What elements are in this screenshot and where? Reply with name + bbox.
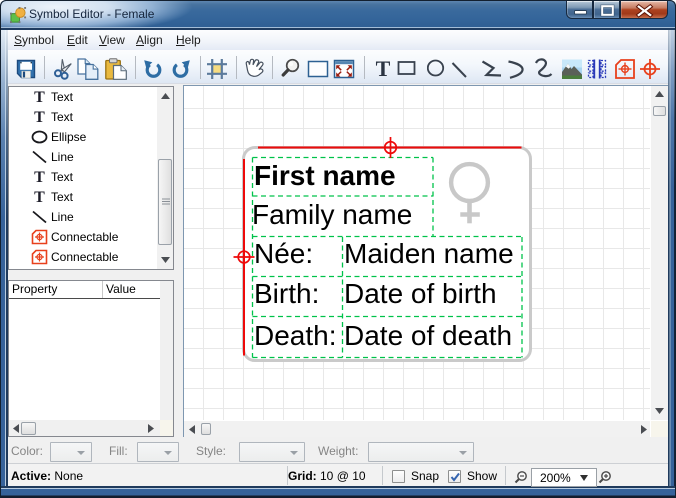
svg-text:T: T xyxy=(34,89,45,105)
svg-text:T: T xyxy=(34,109,45,125)
svg-text:T: T xyxy=(34,189,45,205)
svg-text:T: T xyxy=(34,169,45,185)
svg-text:T: T xyxy=(376,57,391,81)
